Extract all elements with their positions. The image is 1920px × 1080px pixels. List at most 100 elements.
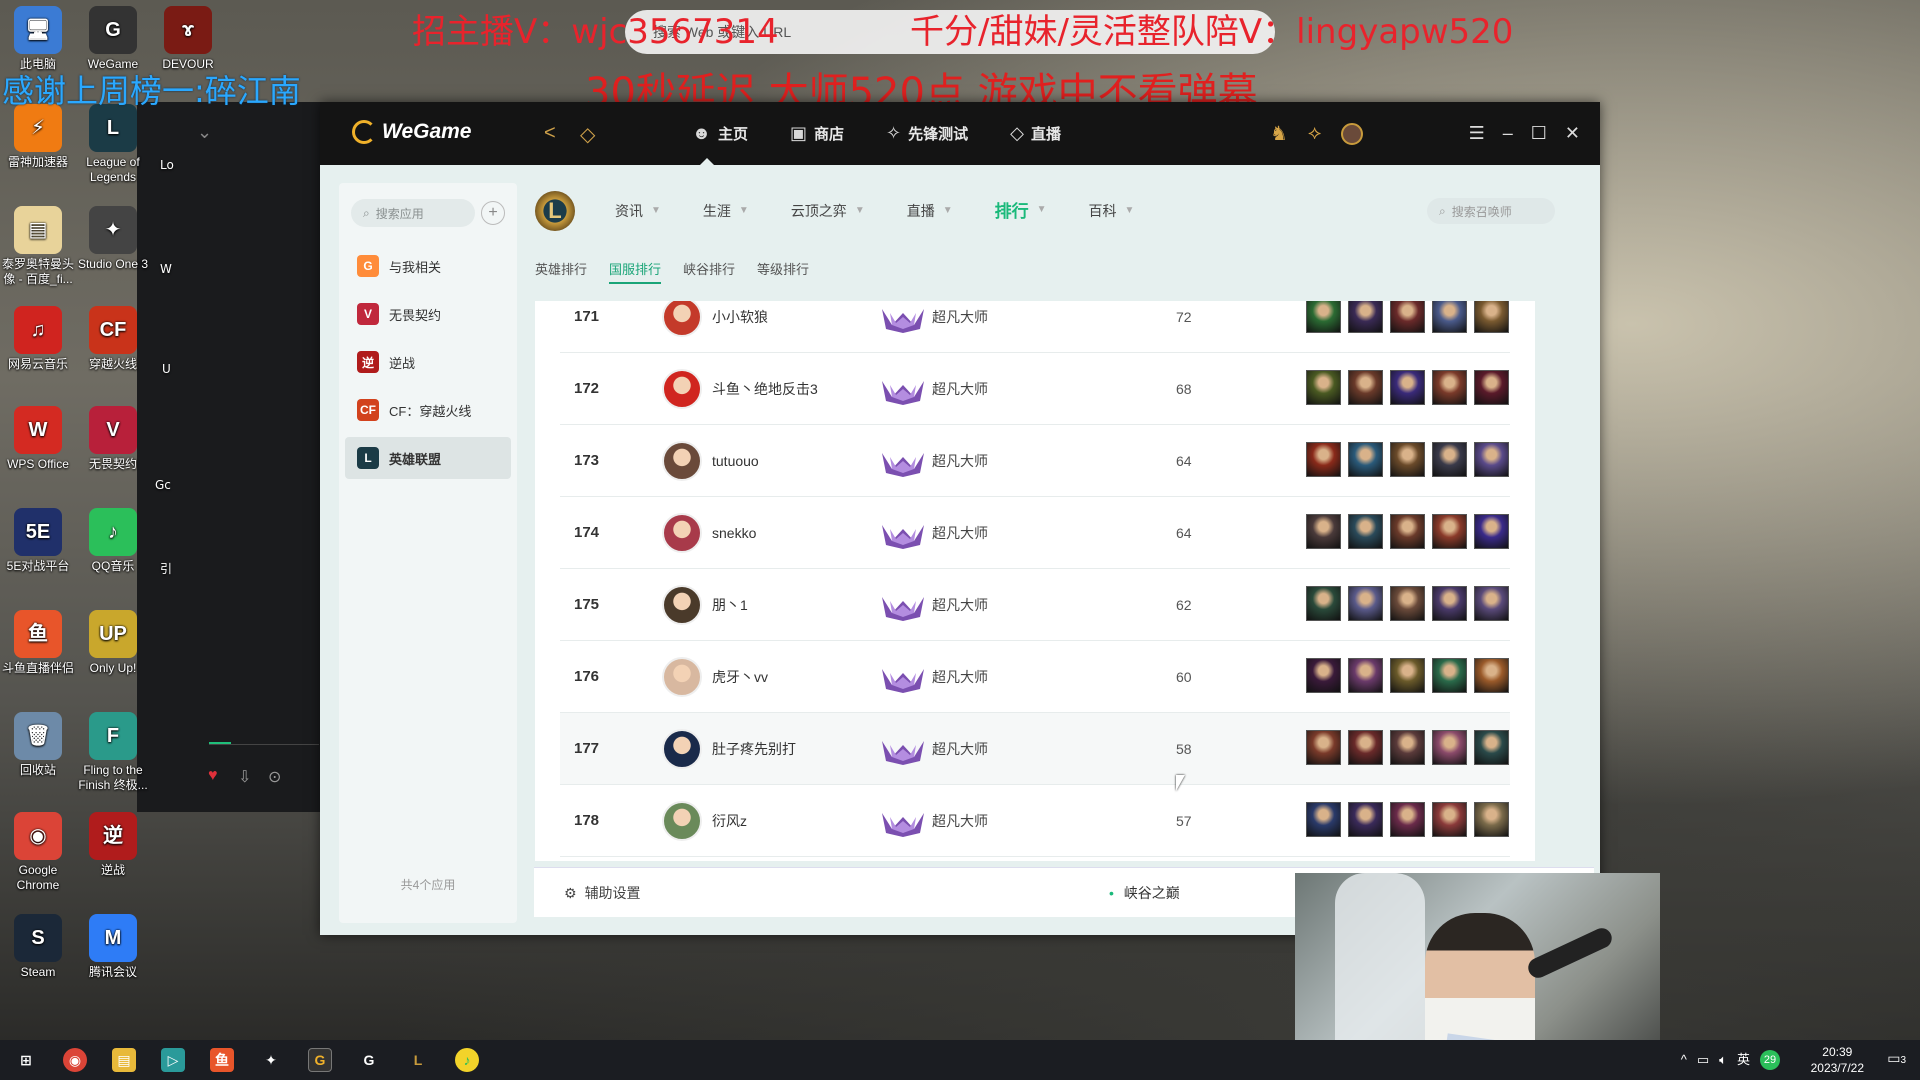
desktop-icon[interactable]: S Steam xyxy=(0,914,76,980)
desktop-icon[interactable]: F Fling to the Finish 终极... xyxy=(75,712,151,793)
menu-icon[interactable]: ☰ xyxy=(1469,123,1485,144)
champion-portrait[interactable] xyxy=(1474,514,1509,549)
assist-settings-button[interactable]: ⚙ 辅助设置 xyxy=(564,868,641,918)
desktop-icon[interactable]: 5E 5E对战平台 xyxy=(0,508,76,574)
category-tab[interactable]: 资讯 ▼ xyxy=(615,199,661,222)
avatar[interactable] xyxy=(662,657,702,697)
summoner-name[interactable]: 衍风z xyxy=(712,785,747,857)
avatar[interactable] xyxy=(662,801,702,841)
like-icon[interactable]: ♥ xyxy=(208,767,218,785)
clock[interactable]: 20:39 2023/7/22 xyxy=(1811,1044,1864,1076)
champion-portrait[interactable] xyxy=(1348,301,1383,333)
tab-live[interactable]: ◇ 直播 xyxy=(1010,102,1061,165)
champion-portrait[interactable] xyxy=(1474,301,1509,333)
table-row[interactable]: 174 snekko 超凡大师 64 xyxy=(560,497,1510,569)
table-row[interactable]: 172 斗鱼丶绝地反击3 超凡大师 68 xyxy=(560,353,1510,425)
chrome-icon[interactable]: ◉ xyxy=(63,1048,87,1072)
ranking-sub-tab[interactable]: 等级排行 xyxy=(757,259,809,284)
desktop-icon[interactable]: ▤ 泰罗奥特曼头像 - 百度_fi... xyxy=(0,206,76,287)
sidebar-item[interactable]: 逆逆战 xyxy=(345,341,511,383)
champion-portrait[interactable] xyxy=(1432,514,1467,549)
ranking-sub-tab[interactable]: 英雄排行 xyxy=(535,259,587,284)
close-icon[interactable]: ✕ xyxy=(1565,123,1580,144)
category-tab[interactable]: 直播 ▼ xyxy=(907,199,953,222)
search-app-input[interactable]: ⌕ 搜索应用 xyxy=(351,199,475,227)
champion-portrait[interactable] xyxy=(1348,658,1383,693)
champion-portrait[interactable] xyxy=(1390,514,1425,549)
category-tab[interactable]: 云顶之弈 ▼ xyxy=(791,199,865,222)
champion-portrait[interactable] xyxy=(1306,658,1341,693)
summoner-name[interactable]: snekko xyxy=(712,497,756,569)
champion-portrait[interactable] xyxy=(1390,658,1425,693)
qq-music-icon[interactable]: ♪ xyxy=(455,1048,479,1072)
avatar[interactable] xyxy=(662,441,702,481)
avatar[interactable] xyxy=(662,729,702,769)
input-language[interactable]: 英 xyxy=(1737,1040,1750,1080)
champion-portrait[interactable] xyxy=(1474,658,1509,693)
summoner-name[interactable]: 虎牙丶vv xyxy=(712,641,768,713)
champion-portrait[interactable] xyxy=(1390,370,1425,405)
volume-icon[interactable]: 🔈︎ xyxy=(1719,1040,1727,1080)
desktop-icon[interactable]: CF 穿越火线 xyxy=(75,306,151,372)
tray-badge[interactable]: 29 xyxy=(1760,1050,1780,1070)
champion-portrait[interactable] xyxy=(1474,586,1509,621)
avatar[interactable] xyxy=(662,513,702,553)
summoner-name[interactable]: 小小软狼 xyxy=(712,301,768,353)
champion-portrait[interactable] xyxy=(1390,301,1425,333)
table-row[interactable]: 176 虎牙丶vv 超凡大师 60 xyxy=(560,641,1510,713)
summoner-name[interactable]: 斗鱼丶绝地反击3 xyxy=(712,353,818,425)
back-arrow-icon[interactable]: < xyxy=(544,122,556,145)
user-avatar[interactable] xyxy=(1341,122,1364,145)
champion-portrait[interactable] xyxy=(1390,730,1425,765)
sidebar-item[interactable]: G 与我相关 xyxy=(345,245,511,287)
gift-icon[interactable]: ♞ xyxy=(1270,121,1288,146)
champion-portrait[interactable] xyxy=(1348,730,1383,765)
table-row[interactable]: 178 衍风z 超凡大师 57 xyxy=(560,785,1510,857)
desktop-icon[interactable]: UP Only Up! xyxy=(75,610,151,676)
champion-portrait[interactable] xyxy=(1432,370,1467,405)
champion-portrait[interactable] xyxy=(1306,370,1341,405)
desktop-icon[interactable]: 🖥 此电脑 xyxy=(0,6,76,72)
champion-portrait[interactable] xyxy=(1348,802,1383,837)
champion-portrait[interactable] xyxy=(1390,586,1425,621)
tab-pioneer-test[interactable]: ✧ 先锋测试 xyxy=(886,102,968,165)
ranking-sub-tab[interactable]: 国服排行 xyxy=(609,259,662,284)
desktop-icon[interactable]: M 腾讯会议 xyxy=(75,914,151,980)
champion-portrait[interactable] xyxy=(1474,442,1509,477)
game-mode-selector[interactable]: • 峡谷之巅 xyxy=(1109,868,1180,918)
champion-portrait[interactable] xyxy=(1432,586,1467,621)
desktop-icon[interactable]: 鱼斗鱼直播伴侣 xyxy=(0,610,76,676)
desktop-icon[interactable]: L League of Legends xyxy=(75,104,151,185)
champion-portrait[interactable] xyxy=(1306,802,1341,837)
tab-store[interactable]: ▣ 商店 xyxy=(790,102,844,165)
champion-portrait[interactable] xyxy=(1348,370,1383,405)
douyu-icon[interactable]: 鱼 xyxy=(210,1048,234,1072)
desktop-icon[interactable]: 🗑 回收站 xyxy=(0,712,76,778)
table-row[interactable]: 177 肚子疼先别打 超凡大师 58 xyxy=(560,713,1510,785)
minimize-icon[interactable]: – xyxy=(1503,123,1513,144)
wegame-logo[interactable]: WeGame xyxy=(352,120,472,144)
champion-portrait[interactable] xyxy=(1348,586,1383,621)
rank-icon[interactable]: ⟡ xyxy=(1308,122,1321,145)
champion-portrait[interactable] xyxy=(1390,442,1425,477)
notification-icon[interactable]: ▭3 xyxy=(1887,1050,1906,1067)
champion-portrait[interactable] xyxy=(1432,730,1467,765)
maximize-icon[interactable]: ☐ xyxy=(1531,123,1547,144)
desktop-icon[interactable]: ◉ Google Chrome xyxy=(0,812,76,893)
desktop-icon[interactable]: V 无畏契约 xyxy=(75,406,151,472)
avatar[interactable] xyxy=(662,301,702,337)
champion-portrait[interactable] xyxy=(1390,802,1425,837)
summoner-name[interactable]: 朋丶1 xyxy=(712,569,748,641)
desktop-icon[interactable]: 逆逆战 xyxy=(75,812,151,878)
add-app-button[interactable]: + xyxy=(481,201,505,225)
desktop-icon[interactable]: G WeGame xyxy=(75,6,151,72)
desktop-icon[interactable]: ♪ QQ音乐 xyxy=(75,508,151,574)
champion-portrait[interactable] xyxy=(1348,514,1383,549)
sidebar-item[interactable]: CF CF：穿越火线 xyxy=(345,389,511,431)
collapse-chevron-icon[interactable]: ⌄ xyxy=(197,122,212,143)
sidebar-item[interactable]: V 无畏契约 xyxy=(345,293,511,335)
download-icon[interactable]: ⇩ xyxy=(238,767,251,787)
category-tab[interactable]: 百科 ▼ xyxy=(1089,199,1135,222)
champion-portrait[interactable] xyxy=(1474,730,1509,765)
sidebar-item[interactable]: L 英雄联盟 xyxy=(345,437,511,479)
